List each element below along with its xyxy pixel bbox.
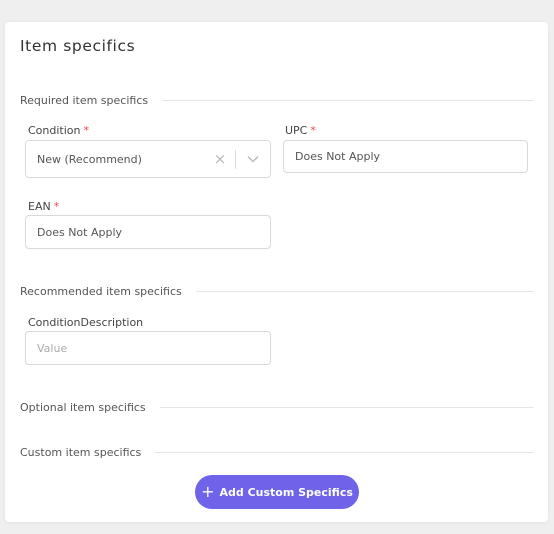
add-custom-specifics-button[interactable]: + Add Custom Specifics <box>195 475 359 509</box>
section-custom-label: Custom item specifics <box>20 446 142 459</box>
condition-select-value: New (Recommend) <box>37 152 142 166</box>
ean-label: EAN * <box>28 200 59 213</box>
required-marker: * <box>83 124 90 137</box>
condition-select[interactable]: New (Recommend) × <box>25 140 271 178</box>
section-divider <box>162 100 534 101</box>
ean-value: Does Not Apply <box>37 225 123 239</box>
card-title: Item specifics <box>20 37 136 55</box>
condition-description-label: ConditionDescription <box>28 316 144 329</box>
condition-label-text: Condition <box>28 124 81 137</box>
section-divider <box>159 407 534 408</box>
chevron-down-icon[interactable] <box>236 155 270 163</box>
upc-input[interactable]: Does Not Apply <box>283 140 528 173</box>
section-required-label: Required item specifics <box>20 94 149 107</box>
upc-value: Does Not Apply <box>295 150 381 163</box>
add-custom-specifics-label: Add Custom Specifics <box>219 485 353 499</box>
section-required: Required item specifics <box>20 94 534 107</box>
upc-label-text: UPC <box>285 124 308 137</box>
upc-label: UPC * <box>285 124 316 137</box>
item-specifics-card: Item specifics Required item specifics C… <box>5 22 548 522</box>
section-optional-label: Optional item specifics <box>20 401 146 414</box>
clear-icon[interactable]: × <box>209 150 231 168</box>
ean-input[interactable]: Does Not Apply <box>25 215 271 249</box>
plus-icon: + <box>201 482 215 501</box>
condition-label: Condition * <box>28 124 89 137</box>
required-marker: * <box>310 124 316 137</box>
section-divider <box>155 452 534 453</box>
section-custom: Custom item specifics <box>20 446 534 459</box>
required-marker: * <box>53 200 60 213</box>
section-recommended-label: Recommended item specifics <box>20 285 182 298</box>
section-optional: Optional item specifics <box>20 401 534 414</box>
select-actions: × <box>209 141 270 177</box>
ean-label-text: EAN <box>28 200 51 213</box>
section-divider <box>195 291 534 292</box>
section-recommended: Recommended item specifics <box>20 285 534 298</box>
condition-description-input[interactable]: Value <box>25 331 271 365</box>
condition-description-placeholder: Value <box>37 341 68 355</box>
